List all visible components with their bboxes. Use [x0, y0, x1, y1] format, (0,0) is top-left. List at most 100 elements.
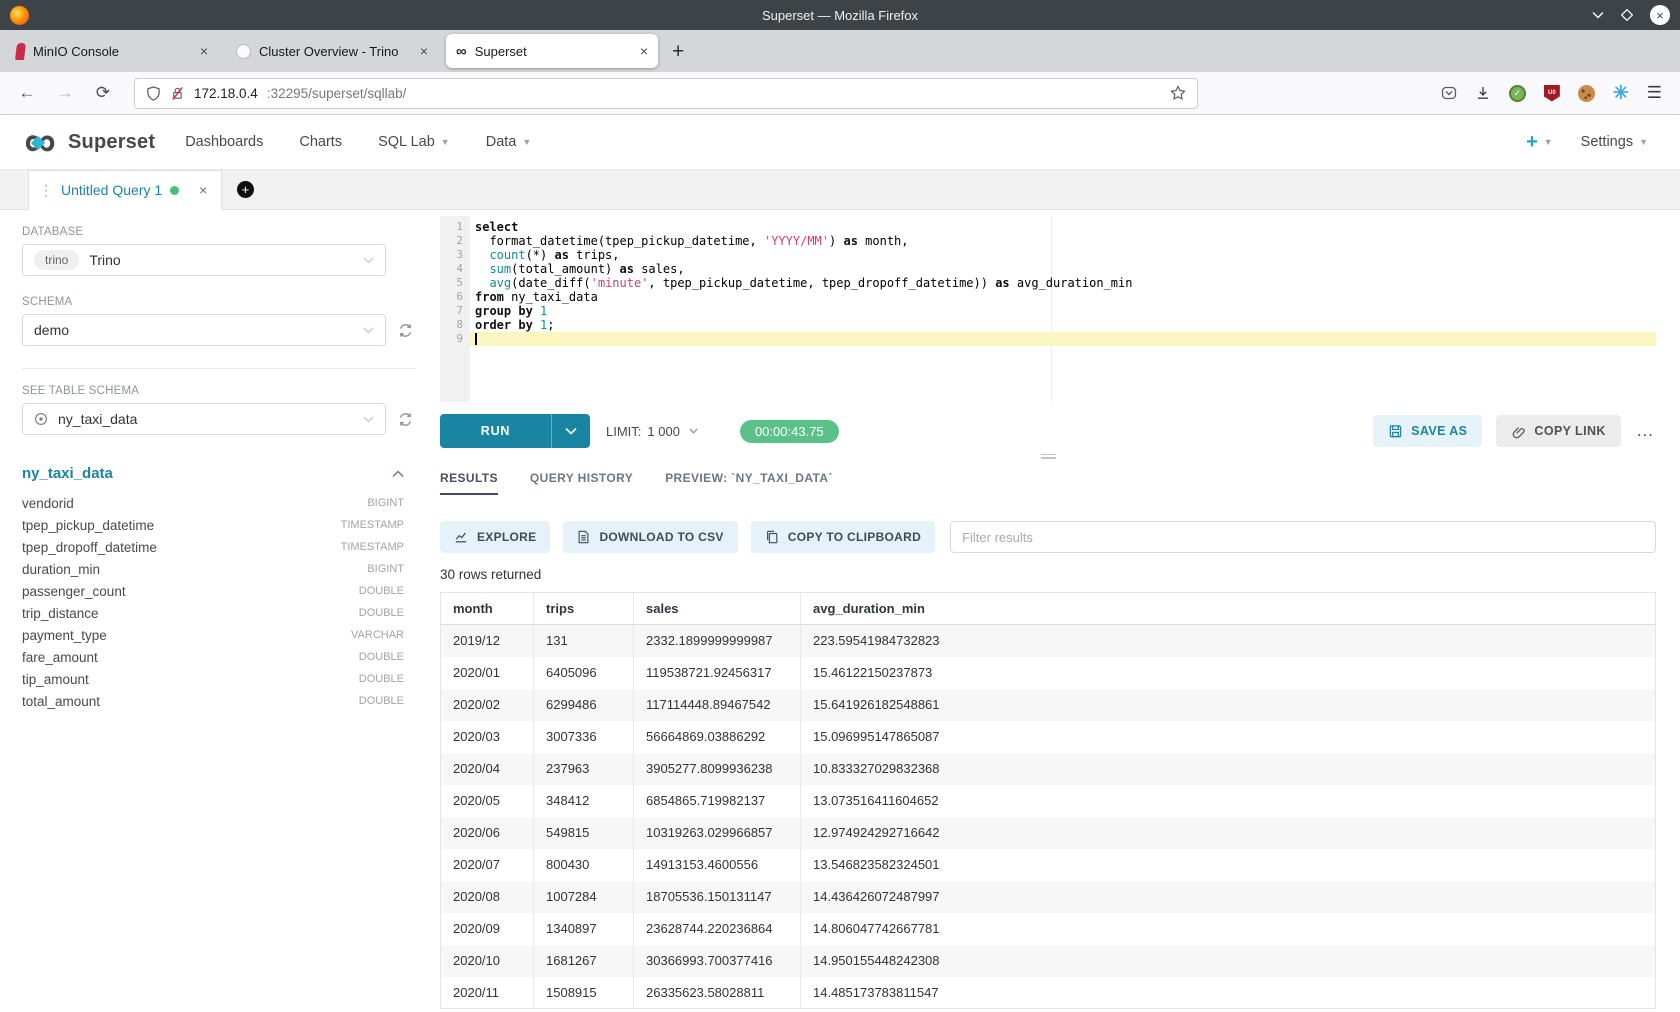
- table-cell: 10.833327029832368: [801, 753, 1656, 785]
- window-close-button[interactable]: ×: [1650, 5, 1670, 25]
- browser-nav-toolbar: ← → ⟳ 172.18.0.4:32295/superset/sqllab/ …: [0, 72, 1680, 115]
- line-number: 1: [440, 220, 463, 234]
- schema-select[interactable]: demo: [22, 314, 386, 346]
- back-button[interactable]: ←: [12, 83, 42, 103]
- column-header[interactable]: trips: [534, 593, 634, 625]
- refresh-schema-button[interactable]: [394, 322, 416, 339]
- chevron-down-icon: [363, 257, 374, 264]
- column-row[interactable]: tpep_dropoff_datetimeTIMESTAMP: [22, 536, 404, 558]
- save-as-button[interactable]: SAVE AS: [1373, 415, 1482, 447]
- refresh-table-button[interactable]: [394, 411, 416, 428]
- column-header[interactable]: sales: [634, 593, 801, 625]
- code-line: format_datetime(tpep_pickup_datetime, 'Y…: [470, 234, 1656, 248]
- table-cell: 131: [534, 625, 634, 657]
- bookmark-star-icon[interactable]: [1170, 85, 1186, 101]
- container-asterisk-icon[interactable]: ✳: [1613, 84, 1629, 103]
- ublock-origin-icon[interactable]: U0: [1544, 85, 1560, 102]
- new-tab-button[interactable]: +: [672, 41, 684, 62]
- column-row[interactable]: vendoridBIGINT: [22, 492, 404, 514]
- column-type: TIMESTAMP: [341, 541, 404, 553]
- column-row[interactable]: tip_amountDOUBLE: [22, 668, 404, 690]
- browser-tab-superset[interactable]: ∞ Superset ×: [446, 34, 658, 68]
- table-cell: 2020/01: [441, 657, 534, 689]
- results-pane: RESULTS QUERY HISTORY PREVIEW: `NY_TAXI_DA…: [440, 461, 1656, 1011]
- code-line: avg(date_diff('minute', tpep_pickup_date…: [470, 276, 1656, 290]
- settings-menu[interactable]: Settings▼: [1581, 134, 1648, 150]
- copy-clipboard-button[interactable]: COPY TO CLIPBOARD: [751, 521, 935, 553]
- column-list: vendoridBIGINTtpep_pickup_datetimeTIMEST…: [22, 492, 404, 712]
- table-schema-select[interactable]: ny_taxi_data: [22, 403, 386, 435]
- filter-results-input[interactable]: [950, 521, 1656, 553]
- code-line: order by 1;: [470, 318, 1656, 332]
- nav-item-charts[interactable]: Charts: [299, 134, 342, 150]
- browser-tabstrip: MinIO Console × Cluster Overview - Trino…: [0, 30, 1680, 72]
- column-type: DOUBLE: [359, 585, 404, 597]
- window-maximize-button[interactable]: [1621, 9, 1633, 21]
- extension-green-icon[interactable]: ✓: [1509, 85, 1526, 102]
- column-row[interactable]: tpep_pickup_datetimeTIMESTAMP: [22, 514, 404, 536]
- nav-item-data[interactable]: Data▼: [486, 134, 532, 150]
- download-csv-button[interactable]: DOWNLOAD TO CSV: [563, 521, 737, 553]
- sql-editor[interactable]: 123456789 select format_datetime(tpep_pi…: [440, 216, 1656, 402]
- window-minimize-button[interactable]: [1592, 11, 1604, 19]
- column-row[interactable]: duration_minBIGINT: [22, 558, 404, 580]
- query-tab[interactable]: ⋮ Untitled Query 1 ×: [28, 170, 222, 210]
- table-cell: 14.485173783811547: [801, 977, 1656, 1009]
- browser-tab-label: Cluster Overview - Trino: [259, 44, 398, 59]
- results-tab-results[interactable]: RESULTS: [440, 471, 498, 495]
- superset-favicon: ∞: [456, 44, 467, 59]
- tab-close-icon[interactable]: ×: [420, 44, 428, 58]
- more-options-button[interactable]: ...: [1635, 421, 1656, 441]
- limit-label: LIMIT:: [606, 424, 641, 439]
- explore-button[interactable]: EXPLORE: [440, 521, 550, 553]
- insecure-lock-icon[interactable]: [170, 86, 185, 101]
- add-query-tab-button[interactable]: +: [222, 170, 268, 209]
- run-options-caret[interactable]: [552, 414, 590, 448]
- run-button[interactable]: RUN: [440, 414, 552, 448]
- nav-item-dashboards[interactable]: Dashboards: [185, 134, 263, 150]
- results-tab-query-history[interactable]: QUERY HISTORY: [530, 471, 633, 495]
- browser-tab-trino[interactable]: Cluster Overview - Trino ×: [226, 34, 438, 68]
- browser-tab-minio[interactable]: MinIO Console ×: [6, 34, 218, 68]
- column-row[interactable]: total_amountDOUBLE: [22, 690, 404, 712]
- add-new-button[interactable]: +▼: [1526, 131, 1553, 154]
- table-cell: 6299486: [534, 689, 634, 721]
- column-row[interactable]: trip_distanceDOUBLE: [22, 602, 404, 624]
- database-select[interactable]: trino Trino: [22, 244, 386, 276]
- brand-name[interactable]: Superset: [68, 131, 155, 154]
- table-row: 2020/0654981510319263.02996685712.974924…: [441, 817, 1656, 849]
- reload-button[interactable]: ⟳: [88, 83, 118, 103]
- drag-grip-icon[interactable]: ⋮: [39, 182, 53, 199]
- table-cell: 2020/10: [441, 945, 534, 977]
- nav-item-sql-lab[interactable]: SQL Lab▼: [378, 134, 450, 150]
- results-table-wrap: monthtripssalesavg_duration_min 2019/121…: [440, 592, 1656, 1011]
- downloads-icon[interactable]: [1475, 85, 1491, 101]
- sql-lab: ⋮ Untitled Query 1 × + DATABASE trino Tr…: [0, 170, 1680, 1011]
- column-name: total_amount: [22, 694, 100, 709]
- table-row: 2020/016405096119538721.9245631715.46122…: [441, 657, 1656, 689]
- column-row[interactable]: passenger_countDOUBLE: [22, 580, 404, 602]
- menu-hamburger-icon[interactable]: ☰: [1647, 83, 1662, 103]
- superset-logo[interactable]: ∞: [16, 125, 62, 159]
- column-header[interactable]: month: [441, 593, 534, 625]
- tab-close-icon[interactable]: ×: [200, 44, 208, 58]
- chevron-up-icon[interactable]: [392, 470, 404, 478]
- forward-button[interactable]: →: [50, 83, 80, 103]
- column-type: DOUBLE: [359, 651, 404, 663]
- column-header[interactable]: avg_duration_min: [801, 593, 1656, 625]
- copy-link-button[interactable]: COPY LINK: [1496, 415, 1620, 447]
- shield-icon[interactable]: [146, 86, 161, 101]
- results-tab-preview[interactable]: PREVIEW: `NY_TAXI_DATA`: [665, 471, 833, 495]
- cookie-extension-icon[interactable]: [1578, 85, 1595, 102]
- column-row[interactable]: fare_amountDOUBLE: [22, 646, 404, 668]
- pane-resize-handle[interactable]: [440, 451, 1656, 461]
- pocket-icon[interactable]: [1441, 85, 1457, 101]
- query-tab-close-icon[interactable]: ×: [199, 182, 207, 198]
- table-card-header[interactable]: ny_taxi_data: [22, 465, 404, 482]
- url-bar[interactable]: 172.18.0.4:32295/superset/sqllab/: [134, 78, 1198, 109]
- chart-line-icon: [454, 530, 468, 544]
- limit-dropdown[interactable]: LIMIT: 1 000: [606, 424, 698, 439]
- tab-close-icon[interactable]: ×: [640, 44, 648, 58]
- column-row[interactable]: payment_typeVARCHAR: [22, 624, 404, 646]
- schema-label: SCHEMA: [22, 296, 430, 308]
